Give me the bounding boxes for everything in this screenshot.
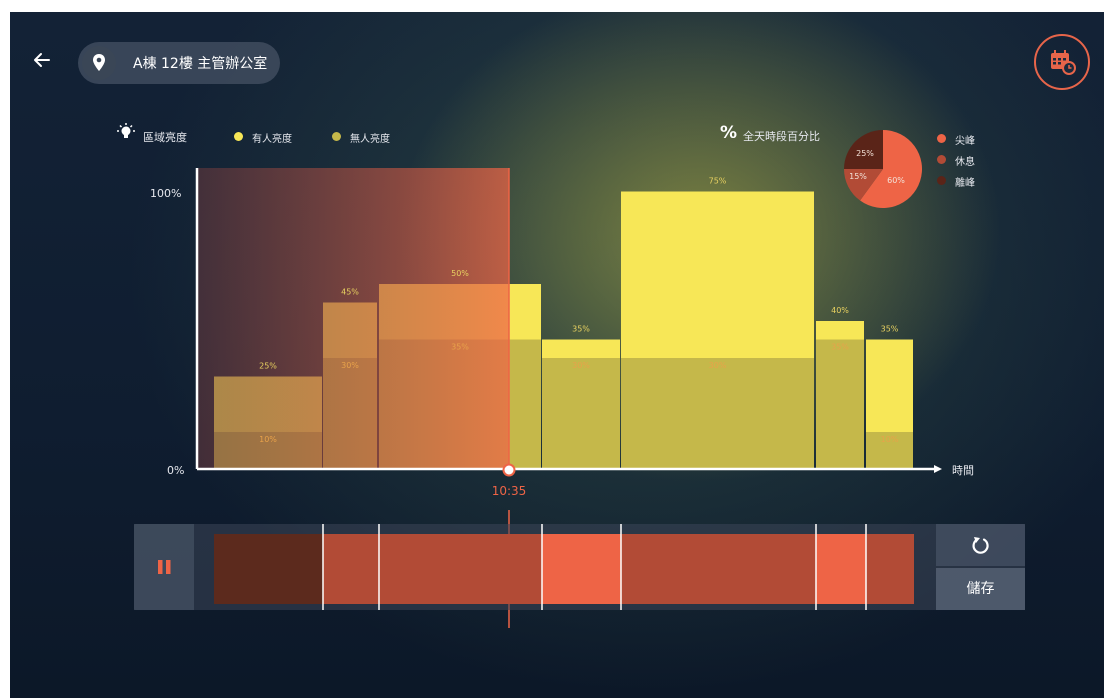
timeline-segment-7	[866, 534, 914, 604]
screen: A棟 12樓 主管辦公室 區域亮度 有人亮度 無人亮度 % 全天時段百分比 尖峰…	[10, 12, 1104, 698]
timeline-elapsed-shade	[214, 534, 509, 604]
timeline-segment-5	[621, 534, 816, 604]
reset-button[interactable]	[936, 524, 1025, 566]
save-button[interactable]: 儲存	[936, 568, 1025, 610]
refresh-icon	[972, 537, 989, 554]
timeline-segment-4	[542, 534, 621, 604]
timeline-segment-6	[816, 534, 866, 604]
